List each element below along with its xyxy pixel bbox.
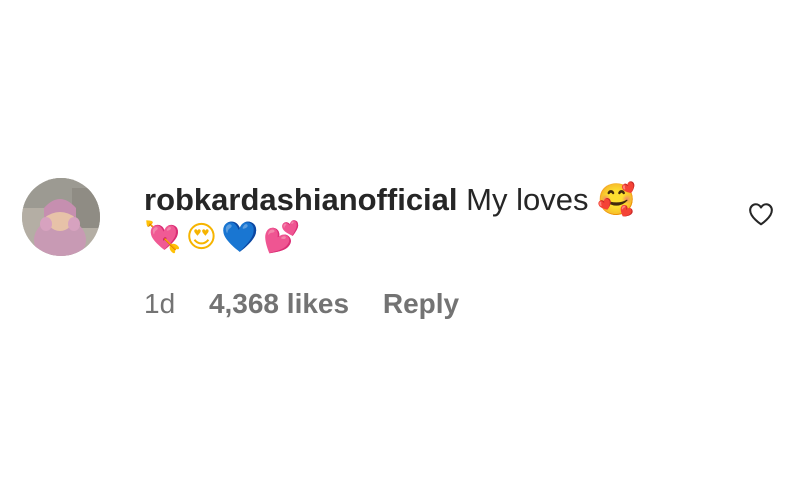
- comment-body: robkardashianofficial My loves 🥰 💘 😍 💙 💕: [144, 180, 714, 256]
- heart-outline-icon: [749, 203, 773, 226]
- smiling-face-hearts-emoji: 🥰: [597, 182, 636, 218]
- comment-text: My loves: [466, 182, 589, 217]
- reply-button[interactable]: Reply: [383, 288, 459, 320]
- comment-likes-count[interactable]: 4,368 likes: [209, 288, 349, 320]
- blue-heart-emoji: 💙: [221, 220, 258, 255]
- heart-with-arrow-emoji: 💘: [144, 220, 181, 255]
- comment-first-line: robkardashianofficial My loves 🥰: [144, 180, 714, 220]
- comment-username[interactable]: robkardashianofficial: [144, 182, 458, 217]
- comment-emoji-line: 💘 😍 💙 💕: [144, 220, 714, 256]
- avatar[interactable]: [22, 178, 100, 256]
- comment-item: robkardashianofficial My loves 🥰 💘 😍 💙 💕…: [22, 178, 782, 328]
- heart-eyes-emoji: 😍: [185, 220, 217, 255]
- comment-meta: 1d 4,368 likes Reply: [144, 288, 485, 320]
- avatar-photo: [22, 178, 100, 256]
- comment-timestamp: 1d: [144, 288, 176, 319]
- like-button[interactable]: [748, 202, 774, 226]
- two-hearts-emoji: 💕: [263, 220, 300, 255]
